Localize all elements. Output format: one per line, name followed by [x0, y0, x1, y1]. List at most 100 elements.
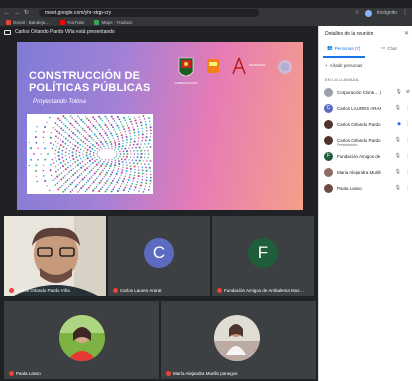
mic-off-icon[interactable]: 🎙	[395, 153, 401, 159]
pattern-dot	[125, 122, 128, 124]
pattern-dot	[62, 129, 65, 132]
profile-icon[interactable]	[364, 9, 372, 17]
video-tile-maria[interactable]: María Alejandra Murillo panegos	[161, 301, 316, 379]
pattern-dot	[144, 150, 146, 152]
pattern-dot	[96, 147, 98, 150]
pattern-dot	[59, 161, 62, 164]
pattern-dot	[61, 149, 64, 152]
bookmark-item[interactable]: YouTube	[59, 19, 84, 25]
pattern-dot	[83, 183, 86, 186]
video-tile-carlos[interactable]: C Carlos Lauren Ararat	[108, 216, 210, 296]
participant-row[interactable]: C Carlos LAURES ARARAT 🎙⋮	[324, 101, 410, 115]
video-tile-presenter[interactable]: Carlos Orlando Pardo Viña	[4, 216, 106, 296]
pattern-dot	[91, 123, 93, 125]
add-people-button[interactable]: + Añadir personas	[325, 63, 362, 68]
more-icon[interactable]: ⋮	[405, 169, 410, 175]
pattern-dot	[48, 189, 51, 192]
bookmark-item[interactable]: Gmail · Bandeja…	[6, 19, 50, 25]
pattern-dot	[103, 161, 105, 163]
pattern-dot	[68, 121, 70, 123]
more-icon[interactable]: ⋮	[405, 137, 410, 143]
participant-row[interactable]: F Fundación Amigos de Am… 🎙⋮	[324, 149, 410, 163]
pin-icon[interactable]: ⊘	[406, 89, 410, 95]
pattern-dot	[118, 187, 121, 190]
star-icon[interactable]: ☆	[354, 10, 359, 16]
pattern-dot	[120, 171, 123, 174]
pattern-dot	[55, 135, 57, 138]
more-icon[interactable]: ⋮	[405, 121, 410, 127]
meeting-stage: Carlos Orlando Pardo Viña está presentan…	[0, 26, 318, 381]
pattern-dot	[110, 190, 113, 193]
pattern-dot	[100, 164, 103, 167]
pattern-dot	[43, 164, 45, 166]
pattern-dot	[137, 166, 139, 168]
pattern-dot	[119, 150, 121, 153]
pattern-dot	[75, 166, 77, 168]
participant-row[interactable]: Paola Lasso 🎙 ⋮	[324, 181, 410, 195]
pattern-dot	[127, 182, 129, 184]
pattern-dot	[131, 159, 134, 161]
pattern-dot	[80, 139, 83, 142]
pattern-dot	[88, 135, 91, 138]
url-field[interactable]: meet.google.com/yhr-xtqp-cry	[39, 9, 260, 17]
pattern-dot	[132, 128, 135, 131]
pattern-dot	[144, 163, 146, 165]
pattern-dot	[140, 124, 143, 127]
close-panel-icon[interactable]: ✕	[404, 30, 409, 37]
pattern-dot	[97, 168, 99, 171]
pattern-dot	[139, 187, 141, 189]
pattern-dot	[65, 158, 68, 160]
pattern-dot	[97, 175, 100, 177]
mic-off-icon[interactable]: 🎙	[395, 169, 401, 175]
pattern-dot	[87, 133, 89, 135]
mic-off-icon[interactable]: 🎙	[395, 105, 401, 111]
pattern-dot	[102, 169, 104, 172]
more-icon[interactable]: ⋮	[405, 185, 410, 191]
pattern-dot	[82, 135, 84, 137]
participant-row[interactable]: Carlos Orlando Pardo Viña Presentación 🎙…	[324, 133, 410, 147]
menu-icon[interactable]: ⋮	[402, 10, 408, 16]
mic-off-icon[interactable]: 🎙	[395, 185, 401, 191]
pattern-dot	[135, 122, 138, 125]
tab-people[interactable]: 👥 Personas (7)	[327, 45, 360, 51]
more-icon[interactable]: ⋮	[405, 105, 410, 111]
pattern-dot	[76, 170, 78, 173]
meeting-details-panel: Detalles de la reunión ✕ 👥 Personas (7) …	[318, 26, 412, 381]
tab-chat[interactable]: ▭ Chat	[381, 45, 397, 51]
mic-off-icon[interactable]: 🎙	[395, 89, 401, 95]
pattern-dot	[109, 184, 111, 186]
video-tile-fundacion[interactable]: F Fundación Amigos de Ambalema Mus…	[212, 216, 314, 296]
pattern-dot	[104, 140, 107, 143]
forward-icon[interactable]: →	[14, 10, 20, 16]
mic-off-icon	[9, 371, 14, 376]
back-icon[interactable]: ←	[4, 10, 10, 16]
pattern-dot	[122, 189, 125, 192]
pattern-dot	[71, 124, 74, 127]
pattern-dot	[95, 170, 98, 173]
pattern-dot	[106, 163, 108, 166]
mic-off-icon[interactable]: 🎙	[395, 137, 401, 143]
pattern-dot	[106, 180, 108, 182]
participant-row[interactable]: Maria Alejandra Murillo p… 🎙⋮	[324, 165, 410, 179]
pattern-dot	[139, 119, 141, 121]
participant-row[interactable]: Corporación Cisne… (Tú) 🎙⊘	[324, 85, 410, 99]
pattern-dot	[101, 158, 103, 160]
pattern-dot	[119, 120, 122, 123]
pattern-dot	[129, 167, 132, 170]
pattern-dot	[68, 171, 71, 174]
pattern-dot	[124, 130, 126, 133]
participant-row[interactable]: Carlos Orlando Pardo Viña ◆⋮	[324, 117, 410, 131]
pattern-dot	[82, 153, 84, 155]
pattern-dot	[60, 127, 63, 130]
pattern-dot	[126, 167, 128, 170]
pattern-dot	[64, 168, 67, 171]
pattern-dot	[57, 137, 59, 139]
reload-icon[interactable]: ↻	[24, 10, 29, 16]
bookmark-item[interactable]: Maps · Traducir	[94, 19, 133, 25]
video-tile-paola[interactable]: Paola Lasso	[4, 301, 159, 379]
presentation-slide: CONSTRUCCIÓN DE POLÍTICAS PÚBLICAS Proye…	[17, 42, 303, 210]
pattern-dot	[82, 120, 84, 123]
pattern-dot	[66, 179, 69, 182]
pattern-dot	[75, 178, 77, 180]
more-icon[interactable]: ⋮	[405, 153, 410, 159]
